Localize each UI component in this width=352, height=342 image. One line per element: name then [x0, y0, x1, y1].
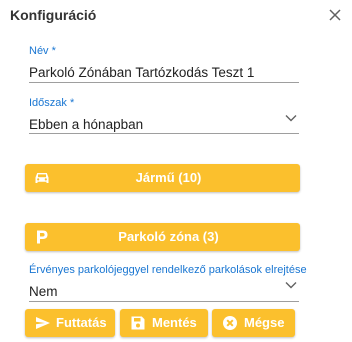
period-select[interactable]: Ebben a hónapban — [29, 117, 143, 132]
dialog-title: Konfiguráció — [10, 7, 97, 23]
name-field-label: Név * — [29, 45, 56, 57]
vehicle-button[interactable]: Jármű (10) — [25, 164, 300, 192]
chevron-down-icon[interactable] — [285, 281, 297, 289]
period-select-underline — [29, 133, 299, 134]
cancel-button-label: Mégse — [244, 315, 285, 330]
parking-zone-button-label: Parkoló zóna (3) — [118, 229, 219, 244]
save-icon — [131, 316, 145, 330]
parking-zone-button[interactable]: Parkoló zóna (3) — [25, 223, 300, 251]
exclude-select[interactable]: Nem — [29, 284, 58, 299]
name-field-underline — [29, 82, 299, 83]
chevron-down-icon[interactable] — [285, 114, 297, 122]
save-button-label: Mentés — [152, 315, 197, 330]
save-button[interactable]: Mentés — [120, 309, 208, 337]
run-button-label: Futtatás — [56, 315, 107, 330]
exclude-select-underline — [29, 301, 299, 302]
name-field[interactable]: Parkoló Zónában Tartózkodás Teszt 1 — [29, 65, 254, 80]
close-icon[interactable] — [326, 6, 344, 24]
exclude-select-label: Érvényes parkolójeggyel rendelkező parko… — [29, 264, 307, 276]
period-select-label: Időszak * — [29, 97, 75, 109]
run-button[interactable]: Futtatás — [25, 309, 115, 337]
send-icon — [36, 317, 50, 329]
configuration-dialog: Konfiguráció Név * Parkoló Zónában Tartó… — [0, 0, 352, 342]
cancel-icon — [223, 316, 237, 330]
cancel-button[interactable]: Mégse — [212, 309, 295, 337]
vehicle-button-label: Jármű (10) — [135, 170, 202, 185]
